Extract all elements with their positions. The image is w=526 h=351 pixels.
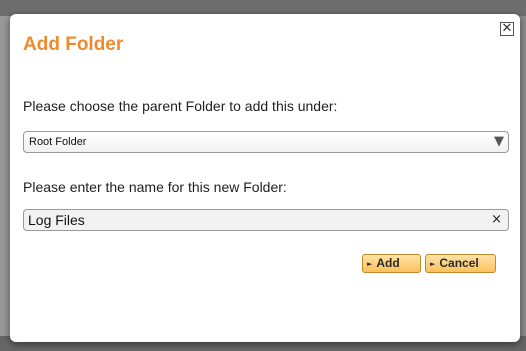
cancel-button[interactable]: ► Cancel	[425, 254, 496, 273]
play-arrow-icon: ►	[367, 260, 373, 268]
parent-folder-label: Please choose the parent Folder to add t…	[23, 98, 338, 114]
cancel-button-label: Cancel	[439, 256, 479, 270]
parent-folder-select[interactable]: Root Folder ▼	[23, 131, 509, 153]
close-icon[interactable]: ✕	[500, 22, 514, 36]
folder-name-field: ×	[23, 209, 509, 231]
clear-icon[interactable]: ×	[491, 212, 502, 227]
folder-name-label: Please enter the name for this new Folde…	[23, 179, 287, 195]
add-button[interactable]: ► Add	[362, 254, 421, 273]
add-button-label: Add	[376, 256, 400, 270]
folder-name-input[interactable]	[28, 211, 478, 229]
add-folder-dialog: Add Folder ✕ Please choose the parent Fo…	[10, 14, 520, 342]
chevron-down-icon: ▼	[494, 134, 504, 149]
parent-folder-selected-value: Root Folder	[29, 136, 87, 148]
play-arrow-icon: ►	[430, 260, 436, 268]
dialog-title: Add Folder	[23, 34, 124, 55]
